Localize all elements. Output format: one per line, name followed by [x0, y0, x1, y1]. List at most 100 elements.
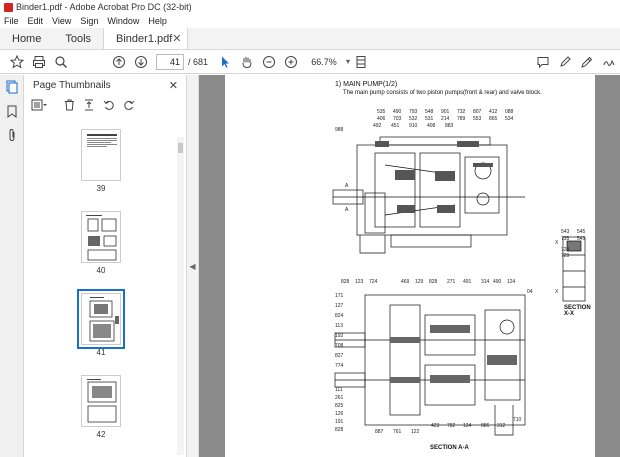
callout-label: 735: [561, 236, 570, 242]
rotate-left-icon[interactable]: [101, 97, 117, 113]
callout-label: 531: [425, 116, 434, 122]
thumbnail-page-42[interactable]: 42: [81, 375, 121, 439]
select-cursor-icon[interactable]: [214, 51, 236, 73]
zoom-in-icon[interactable]: [280, 51, 302, 73]
menu-sign[interactable]: Sign: [80, 16, 98, 26]
close-icon[interactable]: ✕: [169, 79, 178, 92]
callout-label: 828: [429, 279, 438, 285]
zoom-level-select[interactable]: 66.7%: [302, 57, 346, 67]
svg-text:X: X: [555, 240, 559, 246]
callout-label: 708: [335, 343, 344, 349]
bookmark-star-icon[interactable]: [6, 51, 28, 73]
search-icon[interactable]: [50, 51, 72, 73]
callout-label: 543: [561, 229, 570, 235]
callout-label: 171: [335, 293, 344, 299]
menu-window[interactable]: Window: [107, 16, 139, 26]
thumbnail-page-number: 40: [96, 266, 106, 275]
draw-icon[interactable]: [576, 51, 598, 73]
extract-page-icon[interactable]: [81, 97, 97, 113]
hand-tool-icon[interactable]: [236, 51, 258, 73]
attachments-icon[interactable]: [0, 123, 24, 147]
delete-page-icon[interactable]: [61, 97, 77, 113]
thumbnails-toolbar: [25, 95, 186, 115]
menu-edit[interactable]: Edit: [28, 16, 44, 26]
callout-label: 887: [375, 429, 384, 435]
scrolling-mode-icon[interactable]: [350, 51, 372, 73]
close-icon[interactable]: ✕: [172, 32, 181, 45]
callout-label: 451: [391, 123, 400, 129]
callout-label: 492: [373, 123, 382, 129]
zoom-out-icon[interactable]: [258, 51, 280, 73]
callout-label: 129: [415, 279, 424, 285]
thumbnail-page-40[interactable]: 40: [81, 211, 121, 275]
document-viewport[interactable]: 1) MAIN PUMP(1/2) The main pump consists…: [199, 75, 620, 457]
page-thumbnails-panel: Page Thumbnails ✕ 39 40 41 42: [25, 75, 187, 457]
tab-bar: Home Tools Binder1.pdf ✕: [0, 28, 620, 50]
navigation-rail: [0, 75, 24, 457]
comment-icon[interactable]: [532, 51, 554, 73]
svg-text:X: X: [555, 289, 559, 295]
thumbnail-page-41[interactable]: 41: [77, 289, 125, 357]
callout-label: 123: [355, 279, 364, 285]
menu-help[interactable]: Help: [148, 16, 167, 26]
print-icon[interactable]: [28, 51, 50, 73]
highlight-pen-icon[interactable]: [554, 51, 576, 73]
tab-document-label: Binder1.pdf: [116, 32, 173, 45]
callout-label: 124: [507, 279, 516, 285]
next-page-icon[interactable]: [130, 51, 152, 73]
thumbnails-scrollbar[interactable]: [177, 137, 184, 455]
thumbnail-page-number: 41: [96, 348, 106, 357]
callout-label: 127: [335, 303, 344, 309]
thumbnail-image: [81, 375, 121, 427]
thumbnail-image: [81, 211, 121, 263]
callout-label: 541: [577, 236, 586, 242]
page-thumbnails-icon[interactable]: [0, 75, 24, 99]
pump-upper-view: [332, 136, 525, 254]
pump-technical-drawing: A A X X 535 490 793 548 901 732 807 412 088 406 70…: [332, 109, 586, 436]
thumbnail-image: [77, 289, 125, 349]
callout-label: 314: [481, 279, 490, 285]
page-total: / 681: [188, 56, 209, 67]
section-aa-label: SECTION A-A: [430, 445, 469, 451]
page-number-input[interactable]: 41: [156, 53, 184, 70]
callout-label: 261: [335, 395, 344, 401]
sign-icon[interactable]: [598, 51, 620, 73]
top-callouts: 535 490 793 548 901 732 807 412 088 406 703 532 531 2…: [335, 109, 514, 133]
callout-label: 761: [393, 429, 402, 435]
section-xx-label: SECTION X-X: [564, 305, 591, 317]
callout-label: 774: [335, 363, 344, 369]
bookmarks-icon[interactable]: [0, 99, 24, 123]
callout-label: 535: [377, 109, 386, 115]
tab-document[interactable]: Binder1.pdf ✕: [103, 28, 189, 49]
callout-label: 782: [447, 423, 456, 429]
callout-label: 088: [505, 109, 514, 115]
options-menu-icon[interactable]: [31, 97, 47, 113]
chevron-left-icon[interactable]: ◀: [189, 262, 195, 271]
callout-label: 865: [489, 116, 498, 122]
callout-label: 703: [393, 116, 402, 122]
callout-label: 724: [369, 279, 378, 285]
callout-label: 553: [473, 116, 482, 122]
acrobat-logo-icon: [4, 2, 13, 12]
callout-label: 111: [335, 387, 343, 393]
previous-page-icon[interactable]: [108, 51, 130, 73]
callout-label: 988: [335, 127, 344, 133]
collapse-panel-handle[interactable]: ◀: [187, 75, 199, 457]
menu-view[interactable]: View: [52, 16, 71, 26]
menu-file[interactable]: File: [4, 16, 19, 26]
tab-tools[interactable]: Tools: [53, 28, 103, 49]
main-toolbar: 41 / 681 66.7% ▾: [0, 50, 620, 74]
callout-label: 412: [489, 109, 498, 115]
thumbnail-page-number: 42: [96, 430, 106, 439]
rotate-right-icon[interactable]: [121, 97, 137, 113]
callout-label: 807: [473, 109, 482, 115]
tab-home[interactable]: Home: [0, 28, 53, 49]
thumbnails-title: Page Thumbnails: [33, 79, 111, 91]
callout-label: 828: [341, 279, 350, 285]
callout-label: 825: [335, 403, 344, 409]
callout-label: 491: [463, 279, 472, 285]
scrollbar-thumb[interactable]: [178, 143, 183, 153]
thumbnail-page-39[interactable]: 39: [81, 129, 121, 193]
callout-label: 793: [409, 109, 418, 115]
svg-text:A: A: [345, 207, 349, 213]
